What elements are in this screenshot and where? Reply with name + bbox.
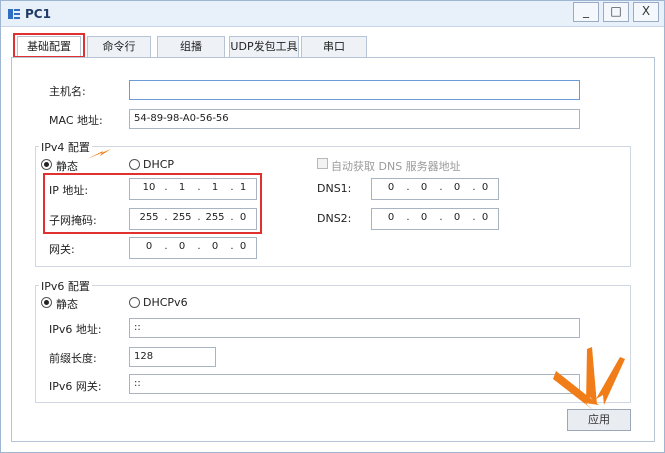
mac-address-field[interactable]: 54-89-98-A0-56-56 <box>129 109 580 129</box>
dns1-octet-4: 0 <box>481 182 489 193</box>
close-button[interactable]: X <box>633 2 659 22</box>
window-title: PC1 <box>25 7 51 21</box>
dns2-octet-3: 0 <box>453 212 461 223</box>
tab-command-line[interactable]: 命令行 <box>87 36 151 57</box>
gw-octet-3: 0 <box>211 241 219 252</box>
gw-octet-2: 0 <box>178 241 186 252</box>
tab-serial-port[interactable]: 串口 <box>301 36 367 57</box>
dns1-octet-3: 0 <box>453 182 461 193</box>
ipv4-group-title: IPv4 配置 <box>39 139 92 155</box>
subnet-mask-input[interactable]: 255 . 255 . 255 . 0 <box>129 208 257 230</box>
prefix-length-label: 前缀长度: <box>49 352 97 365</box>
ipv6-address-label: IPv6 地址: <box>49 323 102 336</box>
hostname-input[interactable] <box>129 80 580 100</box>
ipv4-dhcp-radio[interactable] <box>129 159 140 170</box>
dns2-octet-2: 0 <box>420 212 428 223</box>
ip-address-label: IP 地址: <box>49 184 89 197</box>
ip-octet-4: 1 <box>239 182 247 193</box>
ipv6-dhcpv6-radio[interactable] <box>129 297 140 308</box>
maximize-button[interactable]: □ <box>603 2 629 22</box>
dns2-octet-4: 0 <box>481 212 489 223</box>
dns2-label: DNS2: <box>317 212 352 225</box>
mask-octet-2: 255 <box>172 212 192 223</box>
gw-octet-4: 0 <box>239 241 247 252</box>
ip-octet-1: 10 <box>142 182 156 193</box>
ipv6-gateway-label: IPv6 网关: <box>49 380 102 393</box>
auto-dns-checkbox[interactable] <box>317 158 328 169</box>
minimize-button[interactable]: _ <box>573 2 599 22</box>
mac-label: MAC 地址: <box>49 114 103 127</box>
mask-octet-4: 0 <box>239 212 247 223</box>
pc1-config-window: PC1 _ □ X 基础配置 命令行 组播 UDP发包工具 串口 主机名: MA… <box>0 0 665 453</box>
gw-octet-1: 0 <box>145 241 153 252</box>
ipv4-dhcp-label: DHCP <box>143 158 175 171</box>
dns1-octet-1: 0 <box>387 182 395 193</box>
ipv6-group-title: IPv6 配置 <box>39 278 92 294</box>
tab-udp-tool[interactable]: UDP发包工具 <box>229 36 299 57</box>
app-icon <box>8 9 20 19</box>
ip-octet-3: 1 <box>211 182 219 193</box>
ipv6-gateway-input[interactable]: :: <box>129 374 580 394</box>
mask-octet-3: 255 <box>205 212 225 223</box>
ip-address-input[interactable]: 10 . 1 . 1 . 1 <box>129 178 257 200</box>
dns1-label: DNS1: <box>317 182 352 195</box>
dns1-octet-2: 0 <box>420 182 428 193</box>
dns2-octet-1: 0 <box>387 212 395 223</box>
ipv6-static-label: 静态 <box>56 298 78 311</box>
hostname-label: 主机名: <box>49 85 86 98</box>
tab-basic-config[interactable]: 基础配置 <box>17 36 81 57</box>
apply-button[interactable]: 应用 <box>567 409 631 431</box>
ip-octet-2: 1 <box>178 182 186 193</box>
prefix-length-input[interactable]: 128 <box>129 347 216 367</box>
ipv6-dhcpv6-label: DHCPv6 <box>143 296 188 309</box>
tab-multicast[interactable]: 组播 <box>157 36 225 57</box>
ipv6-static-radio[interactable] <box>41 297 52 308</box>
title-bar[interactable]: PC1 _ □ X <box>1 1 664 27</box>
ipv4-static-radio[interactable] <box>41 159 52 170</box>
gateway-input[interactable]: 0 . 0 . 0 . 0 <box>129 237 257 259</box>
gateway-label: 网关: <box>49 243 75 256</box>
subnet-mask-label: 子网掩码: <box>49 214 97 227</box>
mask-octet-1: 255 <box>139 212 159 223</box>
auto-dns-label: 自动获取 DNS 服务器地址 <box>331 160 461 173</box>
dns2-input[interactable]: 0 . 0 . 0 . 0 <box>371 208 499 230</box>
ipv4-static-label: 静态 <box>56 160 78 173</box>
dns1-input[interactable]: 0 . 0 . 0 . 0 <box>371 178 499 200</box>
ipv6-address-input[interactable]: :: <box>129 318 580 338</box>
